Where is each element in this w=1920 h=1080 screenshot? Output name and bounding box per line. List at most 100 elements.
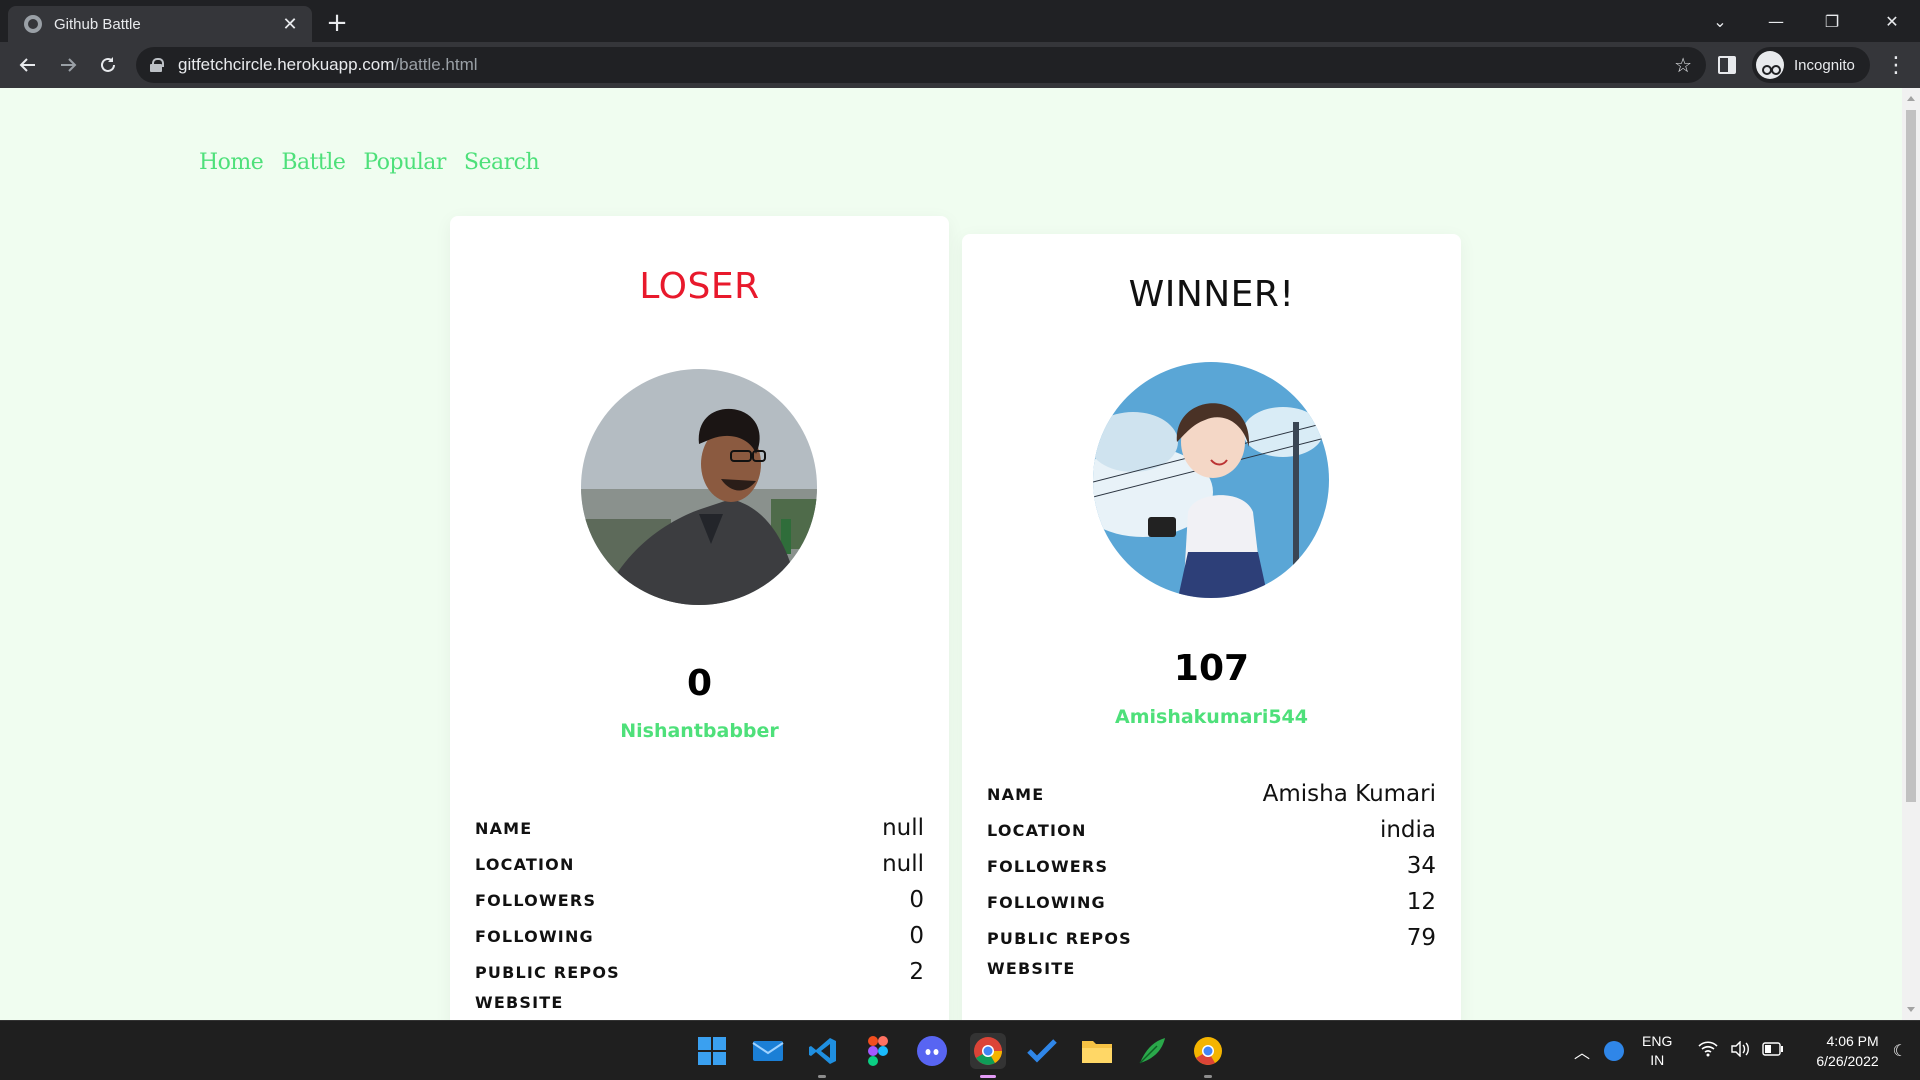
info-label: WEBSITE [987,958,1076,978]
system-tray: ︿ ENG IN 4:06 PM 6/26/2022 ☾ [1574,1021,1907,1080]
info-row-name: NAME Amisha Kumari [987,776,1436,812]
info-row-followers: FOLLOWERS 34 [987,848,1436,884]
score: 0 [686,663,713,704]
info-value: india [1379,817,1436,843]
url-host: gitfetchcircle.herokuapp.com [178,55,395,74]
info-value: null [882,815,924,841]
nav-home[interactable]: Home [199,150,264,175]
info-label: FOLLOWING [475,926,594,946]
chrome-active-indicator [980,1075,996,1078]
info-row-location: LOCATION india [987,812,1436,848]
info-value: 79 [1406,925,1436,951]
info-label: FOLLOWERS [987,856,1109,876]
info-value: 34 [1406,853,1436,879]
browser-menu-icon[interactable]: ⋮ [1880,49,1912,81]
scrollbar-thumb[interactable] [1906,110,1916,802]
forward-arrow-icon[interactable] [52,49,84,81]
url-path: /battle.html [394,55,478,74]
info-row-name: NAME null [475,810,924,846]
tab-search-icon[interactable]: ⌄ [1692,0,1748,42]
info-label: LOCATION [987,820,1087,840]
focus-moon-icon[interactable]: ☾ [1893,1041,1907,1061]
info-row-following: FOLLOWING 12 [987,884,1436,920]
tab-github-battle[interactable]: Github Battle ✕ [8,6,312,42]
nav-battle[interactable]: Battle [281,150,346,175]
browser-toolbar: gitfetchcircle.herokuapp.com/battle.html… [0,42,1920,88]
score: 107 [1173,648,1250,689]
username[interactable]: Amishakumari544 [962,706,1461,728]
volume-icon[interactable] [1730,1039,1750,1062]
info-row-location: LOCATION null [475,846,924,882]
site-nav: Home Battle Popular Search [199,150,540,175]
bookmark-star-icon[interactable]: ☆ [1674,53,1692,78]
status-label: WINNER! [1128,274,1295,315]
reload-icon[interactable] [92,49,124,81]
chrome-canary-icon[interactable] [1190,1033,1226,1069]
todo-icon[interactable] [1024,1033,1060,1069]
avatar [1093,362,1329,598]
info-value: Amisha Kumari [1262,781,1436,807]
clock-date: 6/26/2022 [1816,1053,1879,1069]
show-hidden-icons-chevron-icon[interactable]: ︿ [1574,1039,1590,1063]
page-scrollbar[interactable] [1902,88,1920,1020]
address-bar[interactable]: gitfetchcircle.herokuapp.com/battle.html… [136,47,1706,83]
incognito-label: Incognito [1794,56,1855,74]
info-label: PUBLIC REPOS [987,928,1132,948]
browser-tab-bar: Github Battle ✕ + ⌄ — ❐ ✕ [0,0,1920,42]
info-row-followers: FOLLOWERS 0 [475,882,924,918]
canary-running-indicator [1204,1075,1212,1078]
back-arrow-icon[interactable] [12,49,44,81]
info-label: FOLLOWERS [475,890,597,910]
new-tab-button[interactable]: + [322,8,352,38]
minimize-button[interactable]: — [1748,0,1804,42]
info-label: FOLLOWING [987,892,1106,912]
player-card-loser: LOSER 0 Nishantbabber NAME null LOCATION… [450,216,949,1020]
status-label: LOSER [639,266,760,307]
info-label: NAME [987,784,1045,804]
windows-start-icon[interactable] [694,1033,730,1069]
restore-button[interactable]: ❐ [1804,0,1860,42]
side-panel-icon[interactable] [1718,56,1736,74]
mail-icon[interactable] [750,1033,786,1069]
tab-close-icon[interactable]: ✕ [280,14,300,35]
info-label: WEBSITE [475,992,564,1012]
discord-icon[interactable] [914,1033,950,1069]
language-indicator[interactable]: ENG IN [1642,1032,1672,1070]
battery-icon[interactable] [1762,1041,1784,1061]
player-card-winner: WINNER! 107 Amishakumari544 NAME Amisha … [962,234,1461,1020]
incognito-icon [1756,51,1784,79]
vscode-icon[interactable] [805,1033,841,1069]
chrome-icon[interactable] [970,1033,1006,1069]
tab-title: Github Battle [54,15,141,33]
feather-icon[interactable] [1134,1033,1170,1069]
incognito-badge[interactable]: Incognito [1752,47,1870,83]
windows-taskbar: ︿ ENG IN 4:06 PM 6/26/2022 ☾ [0,1020,1920,1080]
scroll-down-arrow-icon[interactable] [1907,1007,1915,1012]
close-window-button[interactable]: ✕ [1864,0,1920,42]
nav-popular[interactable]: Popular [363,150,446,175]
security-icon[interactable] [1604,1041,1625,1061]
language-top: ENG [1642,1033,1673,1049]
info-row-website: WEBSITE [987,950,1436,986]
nav-search[interactable]: Search [464,150,540,175]
clock[interactable]: 4:06 PM 6/26/2022 [1816,1031,1878,1071]
clock-time: 4:06 PM [1826,1033,1879,1049]
info-row-following: FOLLOWING 0 [475,918,924,954]
vscode-running-indicator [818,1075,826,1078]
info-value: 2 [909,959,924,985]
avatar [581,369,817,605]
info-label: NAME [475,818,533,838]
file-explorer-icon[interactable] [1079,1033,1115,1069]
info-row-website: WEBSITE [475,984,924,1020]
lock-icon[interactable] [150,58,164,72]
wifi-icon[interactable] [1698,1040,1718,1062]
info-value: 12 [1406,889,1436,915]
info-label: PUBLIC REPOS [475,962,620,982]
info-label: LOCATION [475,854,575,874]
username[interactable]: Nishantbabber [450,720,949,742]
scroll-up-arrow-icon[interactable] [1907,96,1915,101]
info-value: 0 [909,887,924,913]
github-favicon-icon [24,15,42,33]
figma-icon[interactable] [860,1033,896,1069]
language-bottom: IN [1650,1052,1665,1068]
